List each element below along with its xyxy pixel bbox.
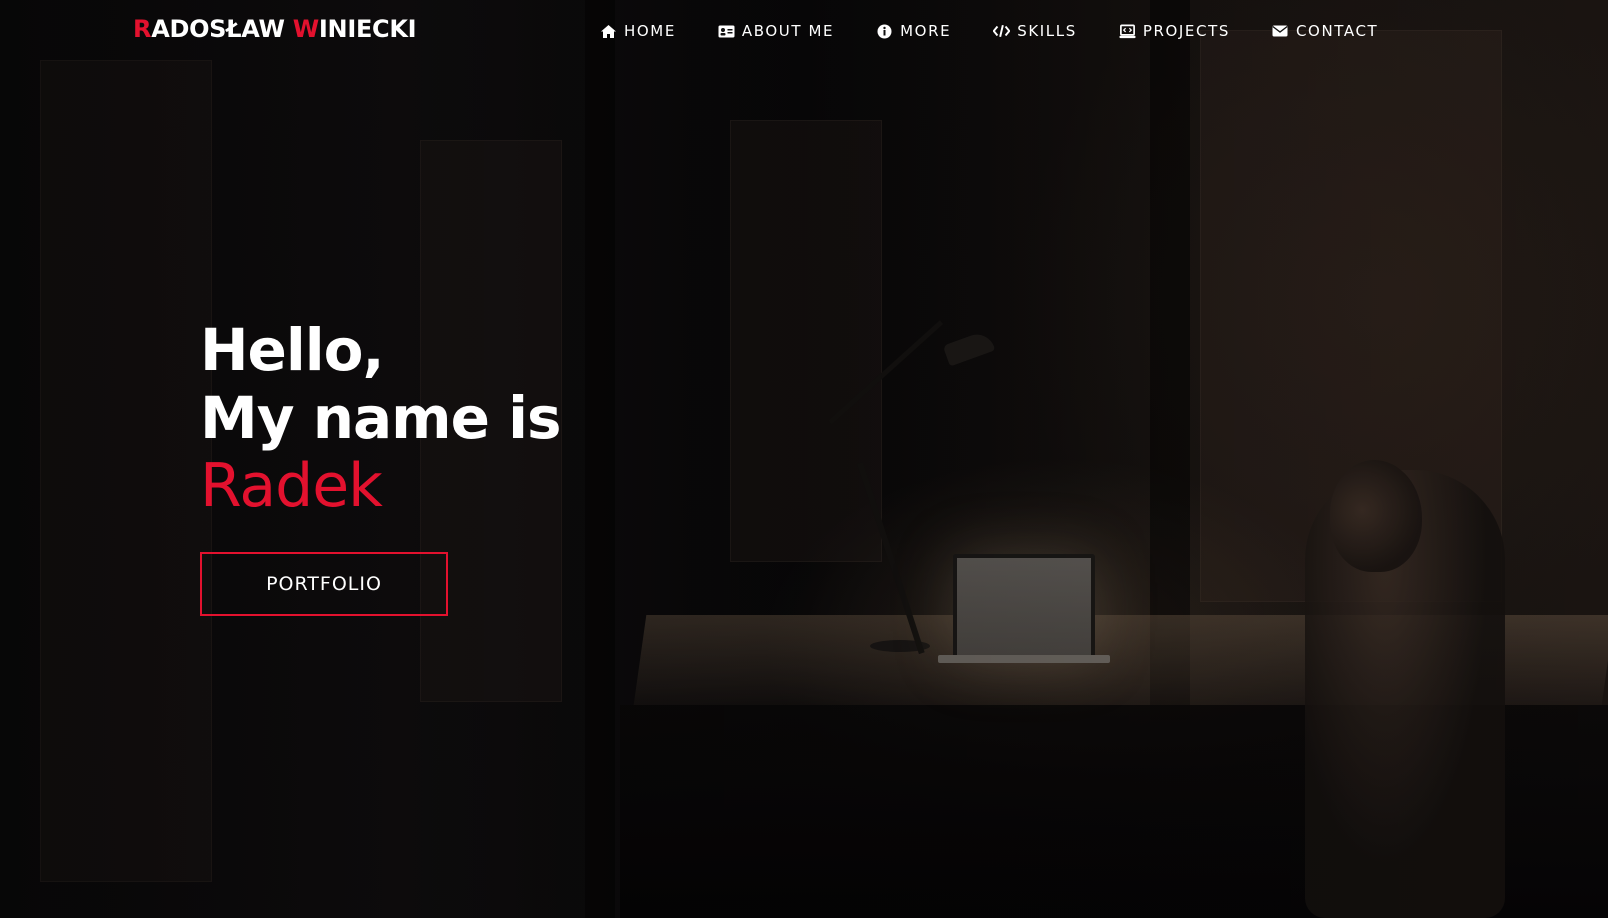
brand-logo[interactable]: RADOSŁAW WINIECKI	[133, 15, 417, 43]
hero-intro: My name is	[200, 384, 562, 452]
id-card-icon	[718, 23, 735, 40]
nav-item-more[interactable]: MORE	[876, 20, 951, 42]
nav-item-home[interactable]: HOME	[600, 20, 676, 42]
hero-heading: Hello, My name is Radek	[200, 316, 562, 521]
nav-item-label: SKILLS	[1017, 22, 1077, 40]
nav-item-label: CONTACT	[1295, 22, 1379, 40]
nav-item-label: MORE	[900, 22, 952, 40]
nav-item-label: ABOUT ME	[741, 22, 835, 40]
nav-item-about-me[interactable]: ABOUT ME	[718, 20, 834, 42]
nav-item-label: HOME	[624, 22, 676, 40]
nav-item-contact[interactable]: CONTACT	[1272, 20, 1378, 42]
page: RADOSŁAW WINIECKI HOME ABOUT ME MORE SKI…	[0, 0, 1608, 918]
nav-item-skills[interactable]: SKILLS	[993, 20, 1077, 42]
brand-last-initial: W	[292, 15, 319, 43]
laptop-code-icon	[1119, 23, 1136, 40]
envelope-icon	[1272, 23, 1289, 40]
code-icon	[993, 23, 1011, 40]
home-icon	[600, 23, 617, 40]
nav-item-projects[interactable]: PROJECTS	[1119, 20, 1230, 42]
brand-last-rest: INIECKI	[318, 15, 417, 43]
main-nav: HOME ABOUT ME MORE SKILLS PROJECTS CONTA…	[600, 20, 1378, 42]
hero-greeting: Hello,	[200, 316, 385, 384]
nav-item-label: PROJECTS	[1142, 22, 1230, 40]
brand-first-rest: ADOSŁAW	[151, 15, 285, 43]
portfolio-button[interactable]: PORTFOLIO	[200, 552, 448, 616]
brand-first-initial: R	[133, 15, 152, 43]
navbar: RADOSŁAW WINIECKI HOME ABOUT ME MORE SKI…	[0, 0, 1608, 62]
portfolio-button-label: PORTFOLIO	[266, 573, 382, 595]
hero-name: Radek	[200, 451, 383, 521]
info-circle-icon	[876, 23, 893, 40]
